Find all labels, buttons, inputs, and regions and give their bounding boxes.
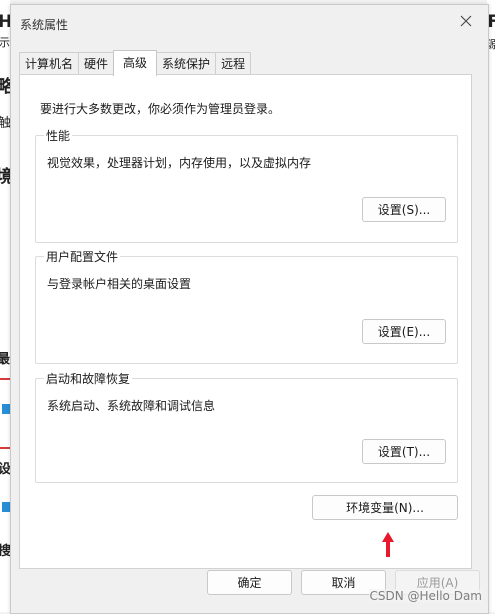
- performance-group: 性能 视觉效果，处理器计划，内存使用，以及虚拟内存 设置(S)...: [35, 127, 458, 243]
- startup-recovery-group-label: 启动和故障恢复: [44, 370, 133, 387]
- user-profiles-group-label: 用户配置文件: [44, 248, 121, 265]
- bg-accent-line: [0, 447, 10, 449]
- close-icon: [460, 15, 472, 27]
- startup-recovery-description: 系统启动、系统故障和调试信息: [47, 399, 216, 413]
- performance-description: 视觉效果，处理器计划，内存使用，以及虚拟内存: [47, 156, 312, 170]
- user-profiles-group: 用户配置文件 与登录帐户相关的桌面设置 设置(E)...: [35, 248, 458, 364]
- startup-recovery-settings-button[interactable]: 设置(T)...: [362, 439, 446, 464]
- advanced-tab-panel: 要进行大多数更改，你必须作为管理员登录。 性能 视觉效果，处理器计划，内存使用，…: [19, 74, 472, 569]
- tab-system-protection[interactable]: 系统保护: [156, 52, 217, 75]
- bg-fragment: 示: [0, 36, 10, 49]
- environment-variables-button[interactable]: 环境变量(N)...: [312, 495, 458, 520]
- watermark: CSDN @Hello Dam: [369, 589, 482, 603]
- system-properties-dialog: 系统属性 计算机名 硬件 高级 系统保护 远程 要进行大多数更改，你必须作为管理…: [10, 4, 489, 614]
- bg-fragment: 最: [0, 352, 11, 367]
- admin-notice: 要进行大多数更改，你必须作为管理员登录。: [40, 102, 281, 116]
- close-button[interactable]: [444, 5, 488, 37]
- dialog-title: 系统属性: [20, 18, 69, 32]
- annotation-arrow-icon: [382, 532, 394, 557]
- bg-blue-block: [2, 502, 10, 512]
- tab-hardware[interactable]: 硬件: [78, 52, 115, 75]
- ok-button[interactable]: 确定: [207, 570, 292, 595]
- tab-computer-name[interactable]: 计算机名: [19, 52, 80, 75]
- title-bar[interactable]: 系统属性: [11, 5, 488, 37]
- tab-strip: 计算机名 硬件 高级 系统保护 远程: [19, 50, 252, 76]
- tab-advanced[interactable]: 高级: [113, 50, 158, 76]
- tab-remote[interactable]: 远程: [215, 52, 252, 75]
- user-profiles-settings-button[interactable]: 设置(E)...: [362, 319, 446, 344]
- bg-blue-block: [2, 404, 10, 414]
- performance-group-label: 性能: [44, 127, 73, 144]
- bg-accent-line: [0, 378, 10, 380]
- performance-settings-button[interactable]: 设置(S)...: [362, 197, 446, 222]
- startup-recovery-group: 启动和故障恢复 系统启动、系统故障和调试信息 设置(T)...: [35, 370, 458, 483]
- user-profiles-description: 与登录帐户相关的桌面设置: [47, 277, 192, 291]
